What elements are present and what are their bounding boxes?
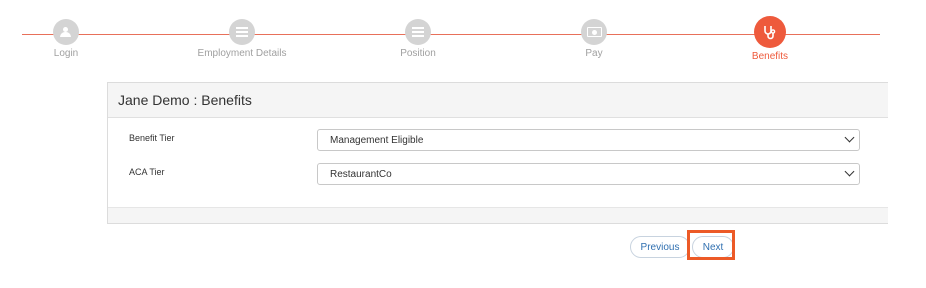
step-label: Employment Details [197,48,287,59]
list-icon [236,27,248,37]
aca-tier-label: ACA Tier [129,167,165,177]
step-benefits[interactable]: Benefits [690,16,850,62]
progress-stepper: Login Employment Details Position Pay Be… [0,0,926,70]
step-circle [405,19,431,45]
chevron-down-icon [844,132,855,143]
stethoscope-icon [764,26,776,40]
step-employment-details[interactable]: Employment Details [162,19,322,59]
step-label: Pay [585,48,603,59]
panel-footer [108,207,888,223]
benefit-tier-select[interactable]: Management Eligible [317,129,860,151]
step-circle [53,19,79,45]
step-label: Position [400,48,436,59]
step-login[interactable]: Login [0,19,146,59]
step-label: Login [53,48,79,59]
chevron-down-icon [844,166,855,177]
list-icon [412,27,424,37]
money-icon [586,27,602,37]
step-circle [754,16,786,48]
step-pay[interactable]: Pay [514,19,674,59]
panel-title: Jane Demo : Benefits [108,83,888,118]
benefit-tier-value: Management Eligible [330,134,424,146]
step-label: Benefits [751,51,789,62]
aca-tier-select[interactable]: RestaurantCo [317,163,860,185]
aca-tier-value: RestaurantCo [330,168,392,180]
benefits-panel: Jane Demo : Benefits Benefit Tier Manage… [107,82,888,224]
benefit-tier-label: Benefit Tier [129,133,175,143]
user-plus-icon [59,27,73,37]
step-position[interactable]: Position [338,19,498,59]
step-circle [229,19,255,45]
next-button-highlight [687,230,735,260]
previous-button[interactable]: Previous [630,236,690,258]
step-circle [581,19,607,45]
